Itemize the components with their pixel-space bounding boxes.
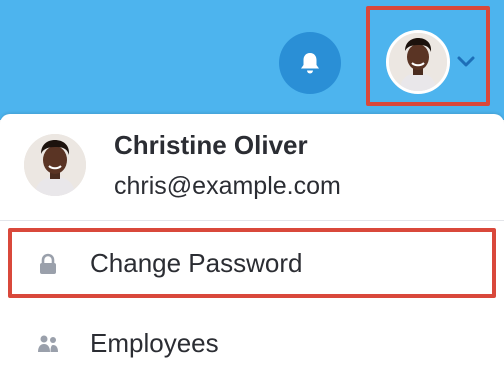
- user-dropdown-menu: Christine Oliver chris@example.com Chang…: [0, 114, 504, 376]
- menu-item-change-password[interactable]: Change Password: [0, 232, 504, 296]
- user-menu-trigger[interactable]: [366, 6, 490, 106]
- menu-item-label: Employees: [90, 328, 219, 358]
- people-icon: [38, 335, 58, 352]
- notifications-button[interactable]: [279, 32, 341, 94]
- user-avatar-image: [389, 33, 447, 91]
- lock-icon: [40, 253, 56, 274]
- user-name: Christine Oliver: [114, 130, 308, 160]
- divider: [0, 220, 504, 221]
- user-avatar-image: [24, 134, 86, 196]
- bell-icon: [301, 53, 319, 74]
- top-bar: [0, 0, 504, 120]
- profile-header: Christine Oliver chris@example.com: [0, 114, 504, 220]
- menu-item-label: Change Password: [90, 248, 303, 278]
- avatar: [24, 134, 86, 196]
- user-email: chris@example.com: [114, 172, 341, 200]
- chevron-down-icon[interactable]: [454, 54, 478, 70]
- menu-item-employees[interactable]: Employees: [0, 312, 504, 376]
- avatar[interactable]: [386, 30, 450, 94]
